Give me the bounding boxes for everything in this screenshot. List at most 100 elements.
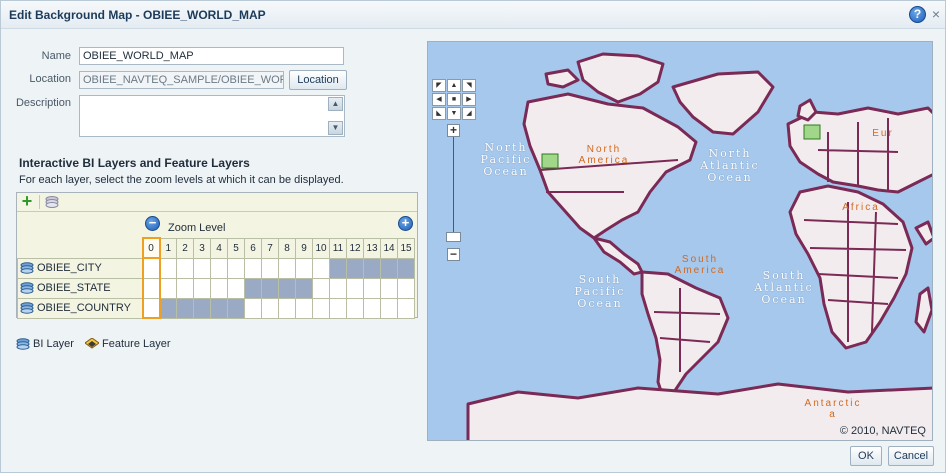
zoom-cell[interactable] xyxy=(159,297,177,319)
zoom-cell[interactable] xyxy=(312,277,330,299)
layer-name: OBIEE_COUNTRY xyxy=(37,301,131,314)
help-icon[interactable]: ? xyxy=(909,6,926,23)
zoom-level-2[interactable]: 2 xyxy=(176,237,194,259)
zoom-cell[interactable] xyxy=(159,277,177,299)
zoom-cell[interactable] xyxy=(244,297,262,319)
zoom-cell[interactable] xyxy=(397,257,415,279)
close-icon[interactable]: × xyxy=(930,7,942,21)
zoom-level-15[interactable]: 15 xyxy=(397,237,415,259)
zoom-cell[interactable] xyxy=(244,277,262,299)
pan-north-icon[interactable]: ▲ xyxy=(447,79,461,92)
zoom-cell[interactable] xyxy=(295,297,313,319)
zoom-cell[interactable] xyxy=(346,257,364,279)
zoom-level-8[interactable]: 8 xyxy=(278,237,296,259)
scroll-down-icon[interactable]: ▼ xyxy=(328,121,343,135)
zoom-cell[interactable] xyxy=(261,257,279,279)
zoom-level-14[interactable]: 14 xyxy=(380,237,398,259)
scroll-up-icon[interactable]: ▲ xyxy=(328,97,343,111)
zoom-cell[interactable] xyxy=(363,297,381,319)
zoom-level-13[interactable]: 13 xyxy=(363,237,381,259)
zoom-cell[interactable] xyxy=(141,257,161,279)
layer-name: OBIEE_CITY xyxy=(37,261,102,274)
zoom-cell[interactable] xyxy=(380,297,398,319)
zoom-cell[interactable] xyxy=(193,277,211,299)
zoom-cell[interactable] xyxy=(176,297,194,319)
description-textarea[interactable]: ▲ ▼ xyxy=(79,95,345,137)
zoom-cell[interactable] xyxy=(329,257,347,279)
zoom-level-6[interactable]: 6 xyxy=(244,237,262,259)
zoom-cell[interactable] xyxy=(193,297,211,319)
zoom-cell[interactable] xyxy=(227,297,245,319)
zoom-level-10[interactable]: 10 xyxy=(312,237,330,259)
zoom-cell[interactable] xyxy=(295,277,313,299)
zoom-level-0[interactable]: 0 xyxy=(141,237,161,259)
add-layer-icon[interactable]: + xyxy=(20,192,34,210)
zoom-cell[interactable] xyxy=(278,257,296,279)
zoom-cell[interactable] xyxy=(227,257,245,279)
zoom-level-11[interactable]: 11 xyxy=(329,237,347,259)
zoom-cell[interactable] xyxy=(363,257,381,279)
zoom-cell[interactable] xyxy=(346,297,364,319)
zoom-cell[interactable] xyxy=(397,277,415,299)
zoom-cell[interactable] xyxy=(380,257,398,279)
zoom-level-4[interactable]: 4 xyxy=(210,237,228,259)
south-pacific-label: South Pacific Ocean xyxy=(574,273,626,310)
location-button[interactable]: Location xyxy=(289,70,347,90)
zoom-cell[interactable] xyxy=(380,277,398,299)
ok-button[interactable]: OK xyxy=(850,446,882,466)
south-atlantic-label: South Atlantic Ocean xyxy=(754,269,814,306)
pan-northwest-icon[interactable]: ◤ xyxy=(432,79,446,92)
zoom-cell[interactable] xyxy=(141,277,161,299)
map-zoom-in-icon[interactable]: + xyxy=(447,124,460,137)
zoom-cell[interactable] xyxy=(329,277,347,299)
zoom-level-12[interactable]: 12 xyxy=(346,237,364,259)
zoom-cell[interactable] xyxy=(210,257,228,279)
zoom-level-9[interactable]: 9 xyxy=(295,237,313,259)
zoom-cell[interactable] xyxy=(210,297,228,319)
zoom-cell[interactable] xyxy=(278,277,296,299)
zoom-cell[interactable] xyxy=(261,277,279,299)
pan-south-icon[interactable]: ▼ xyxy=(447,107,461,120)
map-zoom-slider[interactable]: + − xyxy=(445,124,463,264)
zoom-level-table: 0 1 2 3 4 5 6 7 8 9 10 11 12 13 14 15 OBIEE_CITY OBIEE_S… xyxy=(17,237,415,319)
zoom-cell[interactable] xyxy=(329,297,347,319)
zoom-cell[interactable] xyxy=(312,297,330,319)
zoom-out-icon[interactable]: − xyxy=(145,216,160,231)
zoom-level-5[interactable]: 5 xyxy=(227,237,245,259)
map-zoom-out-icon[interactable]: − xyxy=(447,248,460,261)
zoom-cell[interactable] xyxy=(193,257,211,279)
layer-properties-icon[interactable] xyxy=(45,195,61,209)
pan-northeast-icon[interactable]: ◥ xyxy=(462,79,476,92)
zoom-cell[interactable] xyxy=(176,257,194,279)
layers-grid: + − Zoom Level + 0 1 2 3 4 5 6 7 8 9 10 11 12 13 14 15 … xyxy=(16,192,418,319)
zoom-cell[interactable] xyxy=(295,257,313,279)
zoom-cell[interactable] xyxy=(141,297,161,319)
zoom-cell[interactable] xyxy=(346,277,364,299)
pan-southeast-icon[interactable]: ◢ xyxy=(462,107,476,120)
zoom-cell[interactable] xyxy=(312,257,330,279)
location-input: OBIEE_NAVTEQ_SAMPLE/OBIEE_WORLD_ xyxy=(79,71,284,89)
pan-east-icon[interactable]: ▶ xyxy=(462,93,476,106)
zoom-cell[interactable] xyxy=(261,297,279,319)
map-zoom-thumb[interactable] xyxy=(446,232,461,242)
zoom-cell[interactable] xyxy=(210,277,228,299)
zoom-cell[interactable] xyxy=(227,277,245,299)
zoom-cell[interactable] xyxy=(176,277,194,299)
map-zoom-track[interactable] xyxy=(453,137,454,237)
cancel-button[interactable]: Cancel xyxy=(888,446,934,466)
zoom-cell[interactable] xyxy=(244,257,262,279)
name-input[interactable]: OBIEE_WORLD_MAP xyxy=(79,47,344,65)
legend-bi-layer: BI Layer xyxy=(16,338,77,350)
zoom-cell[interactable] xyxy=(278,297,296,319)
zoom-cell[interactable] xyxy=(397,297,415,319)
zoom-cell[interactable] xyxy=(159,257,177,279)
zoom-level-3[interactable]: 3 xyxy=(193,237,211,259)
map-preview[interactable]: North Pacific Ocean North Atlantic Ocean… xyxy=(427,41,933,441)
pan-west-icon[interactable]: ◀ xyxy=(432,93,446,106)
pan-center-icon[interactable]: ■ xyxy=(447,93,461,106)
pan-southwest-icon[interactable]: ◣ xyxy=(432,107,446,120)
zoom-cell[interactable] xyxy=(363,277,381,299)
zoom-in-icon[interactable]: + xyxy=(398,216,413,231)
zoom-level-1[interactable]: 1 xyxy=(159,237,177,259)
zoom-level-7[interactable]: 7 xyxy=(261,237,279,259)
